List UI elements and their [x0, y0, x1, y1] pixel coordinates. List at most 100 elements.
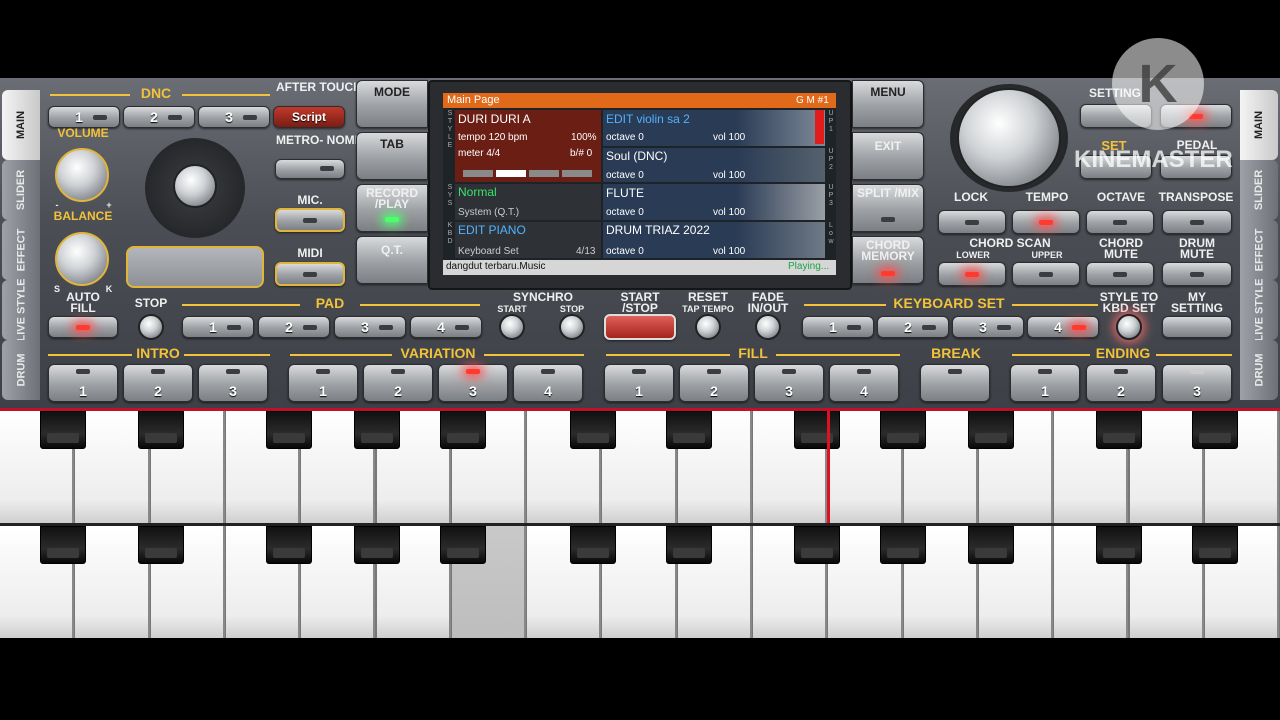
exit-button[interactable]: EXIT: [852, 132, 924, 180]
black-key[interactable]: [880, 411, 926, 449]
synchro-stop-knob[interactable]: [559, 314, 585, 340]
divider: [50, 94, 130, 96]
tab-live-style-right[interactable]: LIVE STYLE: [1240, 279, 1278, 341]
dnc-button-2[interactable]: 2: [123, 106, 195, 128]
keyboard-set-button-2[interactable]: 2: [877, 316, 949, 338]
tab-main-left[interactable]: MAIN: [2, 90, 40, 160]
chord-mute-button[interactable]: [1086, 262, 1154, 286]
chord-scan-lower-button[interactable]: [938, 262, 1006, 286]
record-play-button[interactable]: RECORD /PLAY: [356, 184, 428, 232]
keyboard-set-button-4[interactable]: 4: [1027, 316, 1099, 338]
fill-button-2[interactable]: 2: [679, 364, 749, 402]
black-key[interactable]: [794, 411, 840, 449]
ending-button-1[interactable]: 1: [1010, 364, 1080, 402]
keyboard-set-button-3[interactable]: 3: [952, 316, 1024, 338]
black-key[interactable]: [138, 411, 184, 449]
ending-button-2[interactable]: 2: [1086, 364, 1156, 402]
intro-button-1[interactable]: 1: [48, 364, 118, 402]
tempo-button[interactable]: [1012, 210, 1080, 234]
black-key[interactable]: [1192, 526, 1238, 564]
black-key[interactable]: [354, 526, 400, 564]
fill-button-3[interactable]: 3: [754, 364, 824, 402]
intro-button-2[interactable]: 2: [123, 364, 193, 402]
menu-button[interactable]: MENU: [852, 80, 924, 128]
mode-button[interactable]: MODE: [356, 80, 428, 128]
volume-knob[interactable]: [55, 148, 109, 202]
tab-label: LIVE STYLE: [15, 278, 27, 342]
variation-button-1[interactable]: 1: [288, 364, 358, 402]
ending-button-3[interactable]: 3: [1162, 364, 1232, 402]
variation-button-4[interactable]: 4: [513, 364, 583, 402]
synchro-start-knob[interactable]: [499, 314, 525, 340]
black-key[interactable]: [138, 526, 184, 564]
black-key[interactable]: [880, 526, 926, 564]
split-mix-button[interactable]: SPLIT /MIX: [852, 184, 924, 232]
variation-button-3[interactable]: 3: [438, 364, 508, 402]
qt-button[interactable]: Q.T.: [356, 236, 428, 284]
metronome-button[interactable]: [275, 159, 345, 179]
data-dial[interactable]: [957, 88, 1061, 188]
black-key[interactable]: [1096, 411, 1142, 449]
my-setting-button[interactable]: [1162, 316, 1232, 338]
fade-knob[interactable]: [755, 314, 781, 340]
tab-live-style-left[interactable]: LIVE STYLE: [2, 278, 40, 342]
pad-button-3[interactable]: 3: [334, 316, 406, 338]
lock-button[interactable]: [938, 210, 1006, 234]
style-meter: meter 4/4: [458, 148, 501, 159]
black-key[interactable]: [1096, 526, 1142, 564]
tab-slider-left[interactable]: SLIDER: [2, 160, 40, 220]
tab-button[interactable]: TAB: [356, 132, 428, 180]
auto-fill-button[interactable]: [48, 316, 118, 338]
chord-memory-button[interactable]: CHORD MEMORY: [852, 236, 924, 284]
balance-knob[interactable]: [55, 232, 109, 286]
voice-2-name: Soul (DNC): [606, 149, 668, 163]
pitch-wheel-pad[interactable]: [126, 246, 264, 288]
dnc-button-3[interactable]: 3: [198, 106, 270, 128]
tab-effect-right[interactable]: EFFECT: [1240, 220, 1278, 280]
pad-button-1[interactable]: 1: [182, 316, 254, 338]
tab-main-right[interactable]: MAIN: [1240, 90, 1278, 160]
joystick-handle[interactable]: [173, 164, 217, 208]
tab-drum-left[interactable]: DRUM: [2, 340, 40, 400]
black-key[interactable]: [266, 526, 312, 564]
black-key[interactable]: [570, 526, 616, 564]
break-button[interactable]: [920, 364, 990, 402]
black-key[interactable]: [968, 526, 1014, 564]
tab-slider-right[interactable]: SLIDER: [1240, 160, 1278, 220]
midi-button[interactable]: [275, 262, 345, 286]
logo-letter: K: [1138, 54, 1178, 114]
led-indicator: [227, 325, 241, 330]
mic-button[interactable]: [275, 208, 345, 232]
black-key[interactable]: [266, 411, 312, 449]
black-key[interactable]: [570, 411, 616, 449]
tab-effect-left[interactable]: EFFECT: [2, 220, 40, 280]
chord-scan-upper-button[interactable]: [1012, 262, 1080, 286]
black-key[interactable]: [794, 526, 840, 564]
dnc-button-1[interactable]: 1: [48, 106, 120, 128]
start-stop-button[interactable]: [604, 314, 676, 340]
black-key[interactable]: [440, 526, 486, 564]
fill-button-1[interactable]: 1: [604, 364, 674, 402]
pad-button-4[interactable]: 4: [410, 316, 482, 338]
transpose-button[interactable]: [1162, 210, 1232, 234]
black-key[interactable]: [1192, 411, 1238, 449]
black-key[interactable]: [40, 411, 86, 449]
script-button[interactable]: Script: [273, 106, 345, 128]
fill-button-4[interactable]: 4: [829, 364, 899, 402]
pad-button-2[interactable]: 2: [258, 316, 330, 338]
black-key[interactable]: [666, 526, 712, 564]
drum-mute-button[interactable]: [1162, 262, 1232, 286]
keyboard-set-button-1[interactable]: 1: [802, 316, 874, 338]
stop-knob[interactable]: [138, 314, 164, 340]
black-key[interactable]: [40, 526, 86, 564]
black-key[interactable]: [354, 411, 400, 449]
black-key[interactable]: [968, 411, 1014, 449]
style-to-kbd-knob[interactable]: [1116, 314, 1142, 340]
reset-knob[interactable]: [695, 314, 721, 340]
black-key[interactable]: [440, 411, 486, 449]
black-key[interactable]: [666, 411, 712, 449]
intro-button-3[interactable]: 3: [198, 364, 268, 402]
variation-button-2[interactable]: 2: [363, 364, 433, 402]
tab-drum-right[interactable]: DRUM: [1240, 340, 1278, 400]
octave-button[interactable]: [1086, 210, 1154, 234]
